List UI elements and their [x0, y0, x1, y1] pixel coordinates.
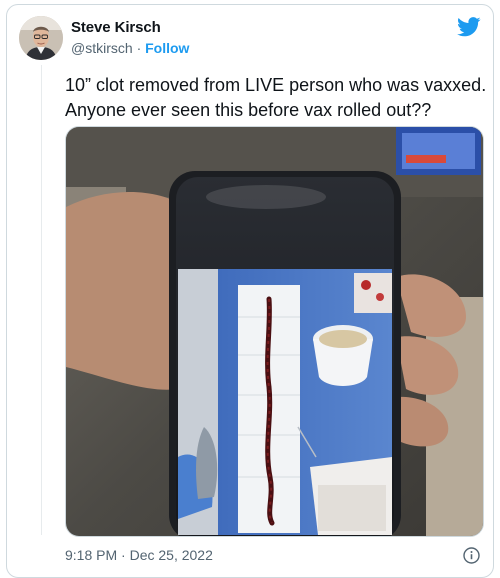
author-name[interactable]: Steve Kirsch: [71, 19, 161, 36]
thread-line: [41, 65, 42, 535]
avatar[interactable]: [19, 16, 63, 60]
photo-image: [66, 127, 483, 536]
tweet-card: Steve Kirsch @stkirsch · Follow 10” clot…: [6, 4, 494, 578]
tweet-text: 10” clot removed from LIVE person who wa…: [65, 75, 487, 120]
author-handle[interactable]: @stkirsch: [71, 40, 133, 56]
avatar-portrait: [19, 16, 63, 60]
follow-button[interactable]: Follow: [145, 40, 189, 56]
tweet-photo[interactable]: [65, 126, 484, 537]
info-icon[interactable]: [463, 547, 480, 564]
author-handle-row: @stkirsch · Follow: [71, 40, 189, 56]
tweet-timestamp[interactable]: 9:18 PM · Dec 25, 2022: [65, 547, 213, 563]
separator: ·: [136, 40, 142, 56]
twitter-bird-icon[interactable]: [457, 17, 481, 37]
